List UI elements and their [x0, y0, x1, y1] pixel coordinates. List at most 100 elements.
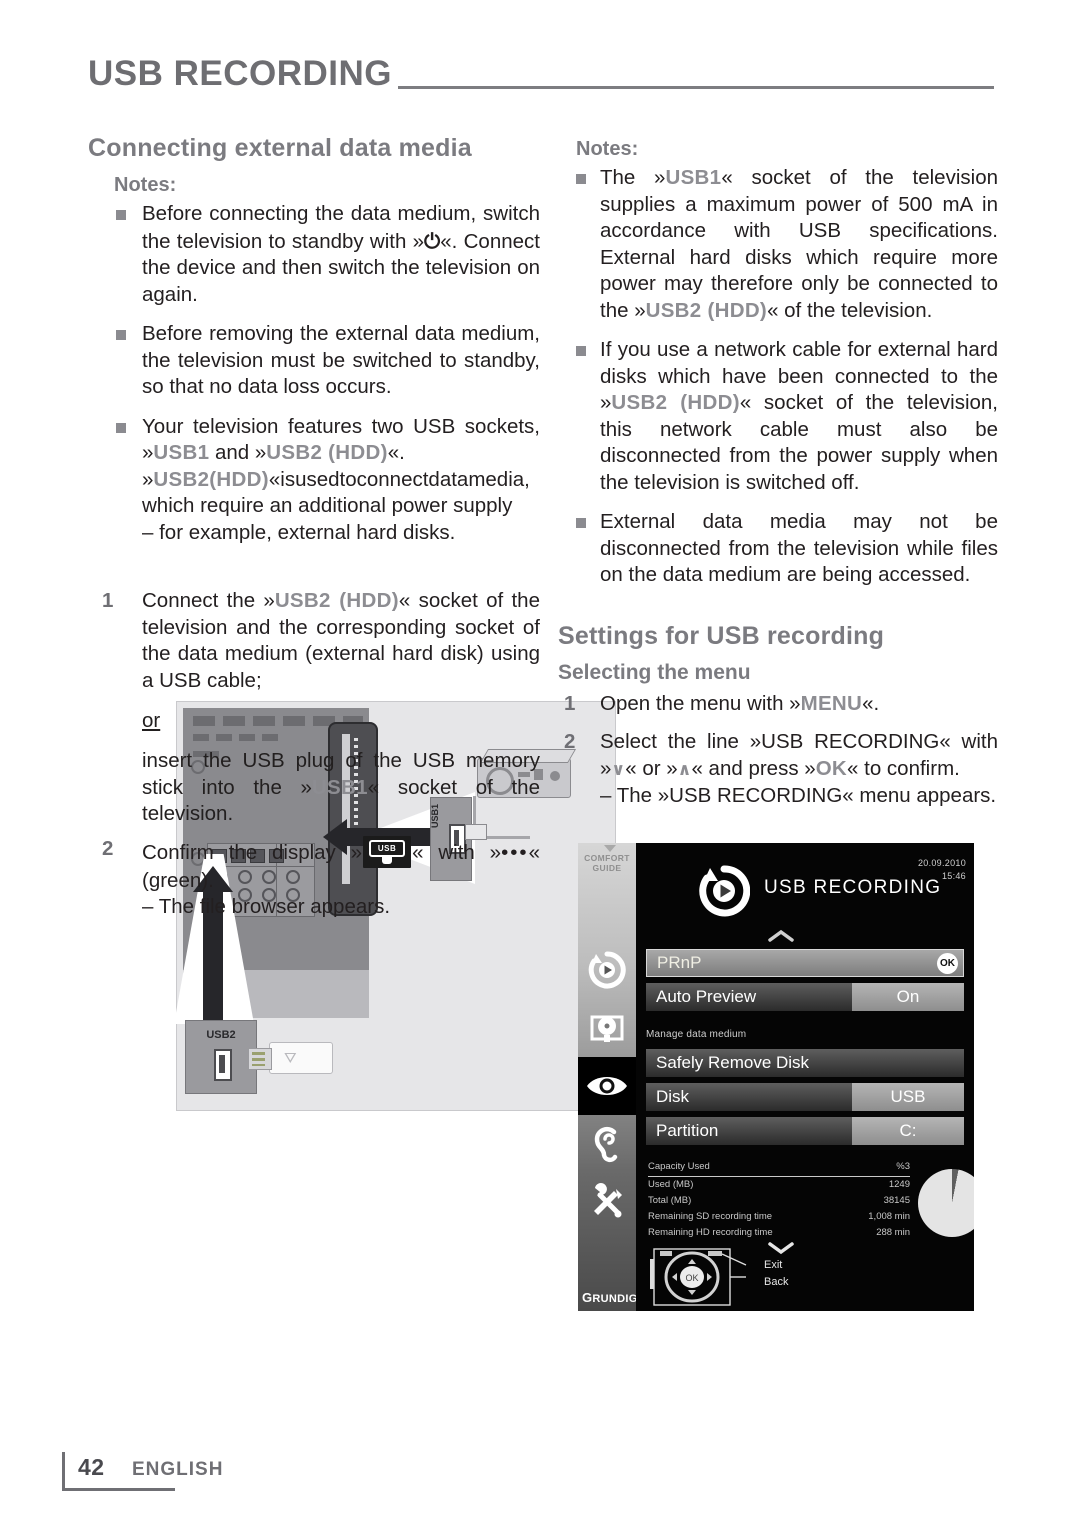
capacity-pie-chart	[918, 1169, 974, 1237]
manual-page: USB RECORDING Connecting external data m…	[0, 0, 1080, 1532]
osd-row-safely-remove-disk[interactable]: Safely Remove Disk	[646, 1049, 964, 1077]
usb2-callout-box: USB2	[185, 1020, 257, 1094]
grundig-logo: GRUNDIG	[582, 1290, 638, 1305]
capacity-value: 1249	[888, 1179, 910, 1190]
or-divider: or	[142, 709, 161, 732]
usb1-keyword: USB1	[311, 775, 368, 799]
left-steps-list-2: 2 Confirm the display » USB « with »•••« (…	[88, 835, 540, 921]
osd-row-value[interactable]: On	[852, 983, 964, 1011]
power-icon: ⏻	[424, 228, 441, 253]
osd-main-panel: 20.09.2010 15:46 USB RECORDING PRnP OK A…	[636, 843, 974, 1311]
ok-keyword: OK	[815, 756, 848, 780]
usb1-keyword: USB1	[665, 166, 722, 189]
sidebar-item-picture[interactable]	[578, 1057, 636, 1115]
note-item: Before removing the external data medium…	[88, 321, 540, 401]
usb-trident-icon: ⛛	[284, 1049, 297, 1067]
usb-badge-stand	[382, 856, 393, 864]
right-steps-list: 1 Open the menu with »MENU«. 2 Select th…	[558, 691, 998, 810]
osd-row-value[interactable]: USB	[852, 1083, 964, 1111]
page-footer: 42 ENGLISH	[62, 1452, 362, 1492]
note-item: Before connecting the data medium, switc…	[88, 201, 540, 308]
right-sub-title: Selecting the menu	[558, 660, 751, 684]
eye-icon	[587, 1077, 627, 1095]
page-language: ENGLISH	[132, 1459, 224, 1480]
step-number: 2	[102, 836, 114, 860]
osd-row-label: Safely Remove Disk	[646, 1049, 964, 1077]
page-number: 42	[78, 1454, 105, 1480]
osd-row-label: Auto Preview	[646, 983, 852, 1011]
right-notes-label: Notes:	[576, 138, 639, 160]
svg-text:OK: OK	[685, 1273, 698, 1283]
osd-row-auto-preview[interactable]: Auto Preview On	[646, 983, 964, 1011]
right-section-title: Settings for USB recording	[558, 621, 885, 650]
osd-date: 20.09.2010	[917, 858, 966, 868]
usb2-keyword: USB2 (HDD)	[611, 391, 740, 414]
step-number: 1	[102, 589, 114, 612]
green-button-icon: •••	[501, 840, 529, 864]
page-title: USB RECORDING	[88, 54, 393, 93]
chevron-up-icon[interactable]	[768, 929, 794, 943]
usb-memory-stick: ⛛	[248, 1042, 333, 1074]
arrow-down-icon: ∨	[611, 759, 626, 780]
ok-badge[interactable]: OK	[937, 953, 958, 974]
capacity-name: Used (MB)	[648, 1179, 694, 1190]
left-column: Connecting external data media Notes: Be…	[88, 133, 616, 1111]
osd-row-value[interactable]: C:	[852, 1117, 964, 1145]
osd-row-prnp[interactable]: PRnP OK	[646, 949, 964, 977]
navigation-pad-icon: OK	[650, 1248, 747, 1306]
capacity-value: 288 min	[876, 1227, 910, 1238]
usb-badge-label: USB	[369, 839, 406, 857]
osd-nav-back: Back	[764, 1276, 789, 1288]
left-steps-block: 1 Connect the »USB2 (HDD)« socket of the…	[88, 588, 540, 933]
capacity-name: Total (MB)	[648, 1195, 692, 1206]
step-result: – The file browser appears.	[142, 895, 391, 918]
usb-stick-connector	[248, 1048, 272, 1070]
note-item: The »USB1« socket of the television supp…	[558, 165, 998, 324]
osd-row-label: Disk	[646, 1083, 852, 1111]
capacity-name: Remaining SD recording time	[648, 1211, 773, 1222]
usb2hdd-keyword: USB2(HDD)	[153, 467, 269, 491]
sidebar-item-sound[interactable]	[578, 1115, 636, 1173]
tv-osd-screenshot: COMFORT GUIDE GRUNDIG 20.09.2010 15:46 U…	[578, 843, 974, 1311]
osd-row-label: PRnP	[646, 949, 964, 977]
usb1-keyword: USB1	[153, 441, 210, 464]
sidebar-item-settings[interactable]	[578, 1173, 636, 1231]
usb2-keyword: USB2 (HDD)	[645, 298, 768, 322]
osd-row-disk[interactable]: Disk USB	[646, 1083, 964, 1111]
osd-nav-exit: Exit	[764, 1259, 783, 1271]
osd-group-label: Manage data medium	[646, 1029, 747, 1040]
note-item: External data media may not be disconnec…	[558, 509, 998, 589]
usb2-keyword: USB2 (HDD)	[274, 589, 399, 612]
usb2-keyword: USB2 (HDD)	[266, 441, 388, 464]
chevron-down-icon[interactable]	[768, 1241, 794, 1255]
left-notes-list: Before connecting the data medium, switc…	[88, 201, 540, 546]
capacity-row: Used (MB) 1249	[648, 1177, 910, 1193]
left-section-title: Connecting external data media	[88, 134, 472, 162]
capacity-name: Remaining HD recording time	[648, 1227, 773, 1238]
media-disk-icon	[590, 1015, 624, 1042]
step-item: 2 Confirm the display » USB « with »•••« (…	[88, 835, 540, 921]
usb-display-badge: USB	[363, 835, 412, 868]
step-number: 2	[564, 730, 576, 753]
arrow-up-icon: ∧	[677, 759, 692, 780]
capacity-value: 38145	[883, 1195, 910, 1206]
step-item: 2 Select the line »USB RECORDING« with »…	[558, 729, 998, 810]
left-steps-list: 1 Connect the »USB2 (HDD)« socket of the…	[88, 588, 540, 694]
capacity-name: Capacity Used	[648, 1161, 710, 1172]
capacity-value: %3	[896, 1161, 910, 1172]
sidebar-item-media[interactable]	[578, 999, 636, 1057]
right-notes-list: The »USB1« socket of the television supp…	[558, 165, 998, 589]
comfort-guide-label: COMFORT GUIDE	[584, 853, 630, 873]
osd-capacity-table: Capacity Used %3 Used (MB) 1249 Total (M…	[648, 1159, 910, 1241]
note-item: Your television features two USB sockets…	[88, 414, 540, 547]
capacity-row: Remaining SD recording time 1,008 min	[648, 1209, 910, 1225]
osd-row-partition[interactable]: Partition C:	[646, 1117, 964, 1145]
usb-recording-logo-icon	[699, 865, 750, 917]
step-item: 1 Connect the »USB2 (HDD)« socket of the…	[102, 589, 540, 692]
capacity-row: Total (MB) 38145	[648, 1193, 910, 1209]
osd-nav-labels: Exit Back	[764, 1257, 788, 1291]
osd-sidebar: COMFORT GUIDE GRUNDIG	[578, 843, 638, 1311]
sidebar-item-usb-recording[interactable]	[578, 941, 636, 999]
step-result: – The »USB RECORDING« menu appears.	[600, 784, 997, 807]
capacity-row: Capacity Used %3	[648, 1159, 910, 1177]
